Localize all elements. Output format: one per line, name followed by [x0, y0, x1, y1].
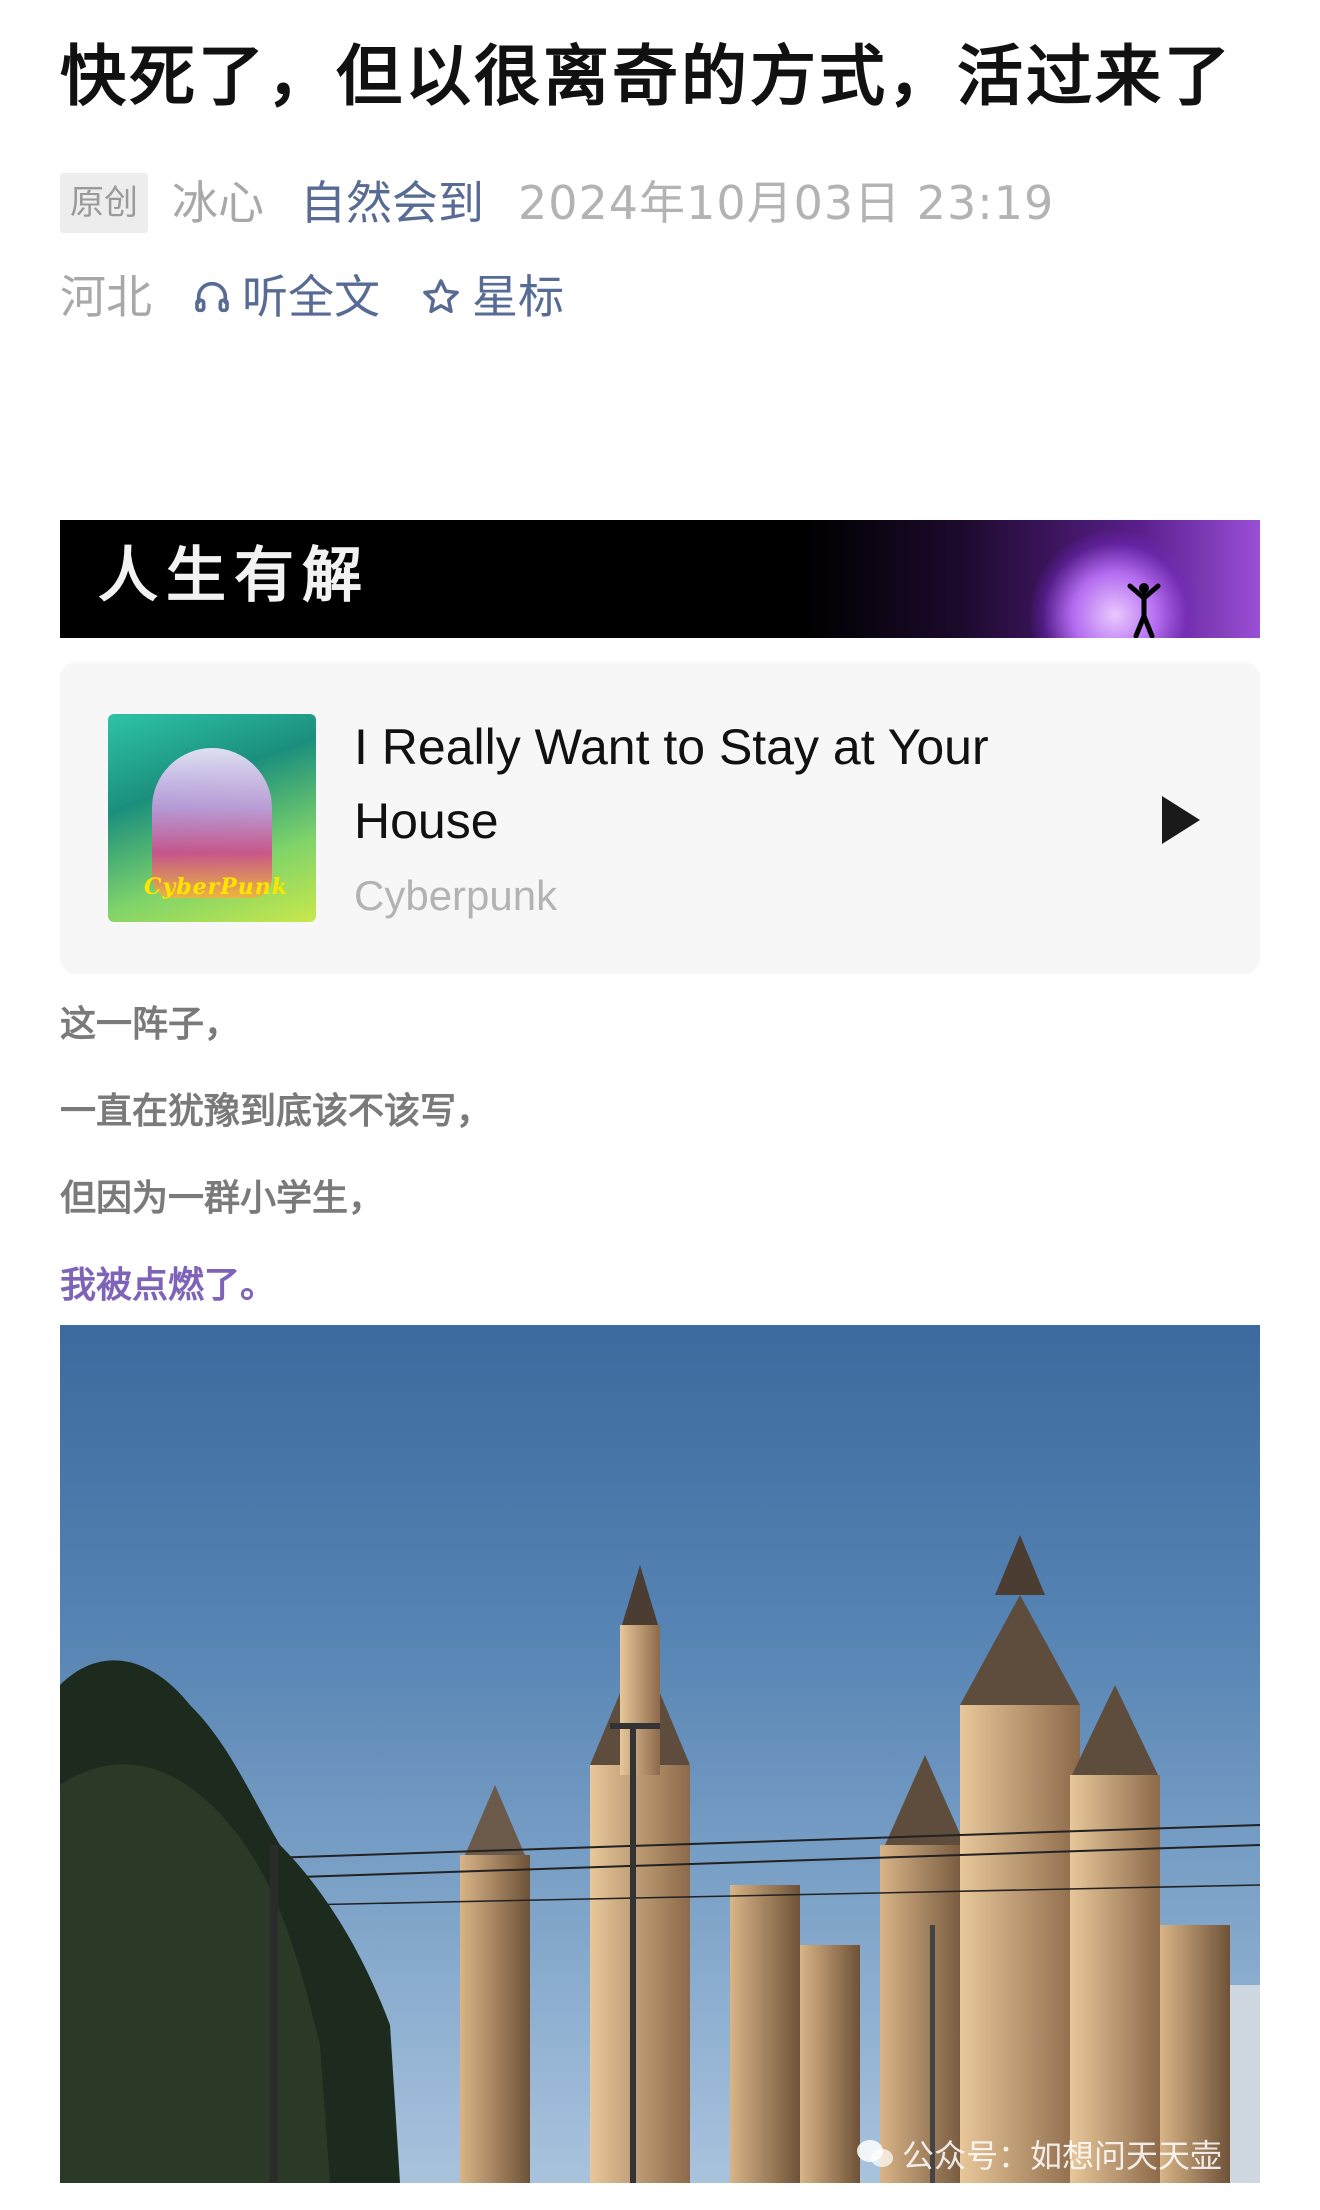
article-title: 快死了，但以很离奇的方式，活过来了	[60, 38, 1233, 115]
standing-person-icon	[1127, 583, 1161, 638]
article-meta: 原创 冰心 自然会到 2024年10月03日 23:19 河北 听全文 星标	[60, 172, 1260, 328]
cover-logo-text: CyberPunk	[144, 874, 289, 900]
star-button[interactable]: 星标	[420, 266, 564, 328]
meta-row-2: 河北 听全文 星标	[60, 266, 1260, 328]
meta-row-1: 原创 冰心 自然会到 2024年10月03日 23:19	[60, 172, 1260, 234]
account-link[interactable]: 自然会到	[300, 172, 484, 234]
article-page: 快死了，但以很离奇的方式，活过来了 原创 冰心 自然会到 2024年10月03日…	[60, 0, 1260, 2183]
body-line-2: 一直在犹豫到底该不该写，	[60, 1091, 493, 1132]
banner-glow	[1030, 530, 1200, 638]
star-outline-icon	[423, 279, 459, 314]
publish-date: 2024年10月03日 23:19	[518, 176, 1055, 230]
castle-buildings-illustration	[60, 1535, 1260, 2183]
article-body: 这一阵子， 一直在犹豫到底该不该写， 但因为一群小学生， 我被点燃了。	[60, 994, 1260, 1342]
watermark-text: 公众号：如想问天天壶	[901, 2137, 1222, 2175]
article-photo[interactable]: 公众号：如想问天天壶	[60, 1325, 1260, 2183]
listen-label: 听全文	[242, 270, 380, 324]
listen-button[interactable]: 听全文	[192, 266, 380, 328]
banner-title: 人生有解	[98, 541, 370, 611]
song-title: I Really Want to Stay at Your House	[354, 719, 989, 849]
author-name: 冰心	[172, 176, 264, 230]
photo-watermark: 公众号：如想问天天壶	[856, 2131, 1222, 2177]
region-label: 河北	[60, 270, 152, 324]
album-cover: CyberPunk	[108, 714, 316, 922]
song-artist: Cyberpunk	[354, 872, 558, 919]
star-label: 星标	[472, 270, 564, 324]
music-card[interactable]: CyberPunk I Really Want to Stay at Your …	[60, 662, 1260, 974]
wechat-icon	[856, 2140, 893, 2167]
section-banner: 人生有解	[60, 520, 1260, 638]
headphones-icon	[195, 281, 229, 313]
body-line-1: 这一阵子，	[60, 1004, 241, 1045]
original-badge: 原创	[60, 173, 148, 233]
body-line-3: 但因为一群小学生，	[60, 1178, 385, 1219]
play-icon[interactable]	[1154, 792, 1206, 848]
